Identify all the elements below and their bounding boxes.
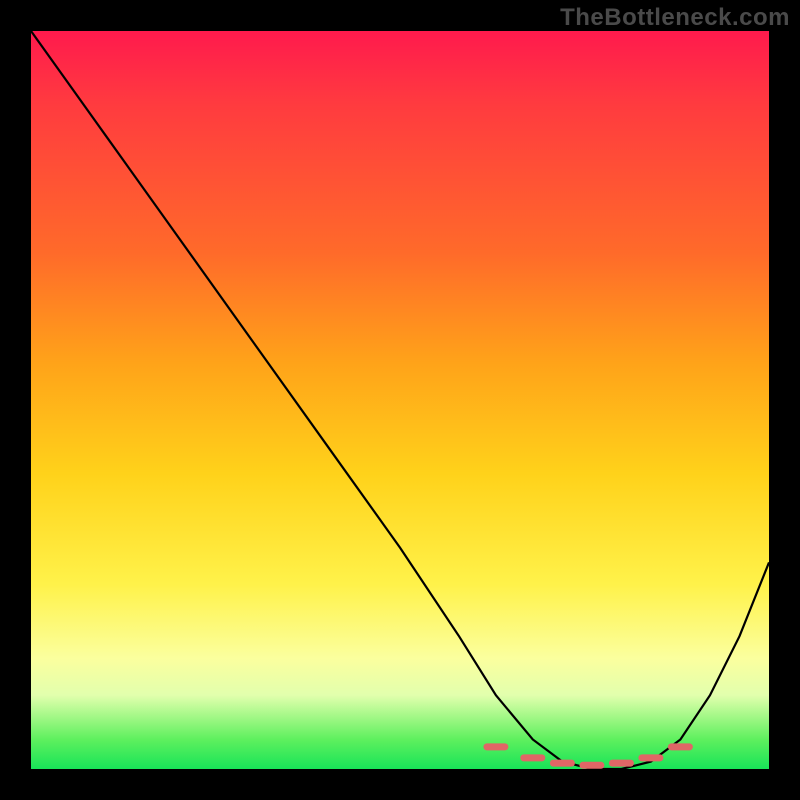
watermark-text: TheBottleneck.com — [560, 4, 790, 32]
bottleneck-curve — [31, 31, 769, 769]
chart-svg — [31, 31, 769, 769]
curve-markers — [487, 747, 690, 765]
chart-frame: TheBottleneck.com — [0, 0, 800, 800]
